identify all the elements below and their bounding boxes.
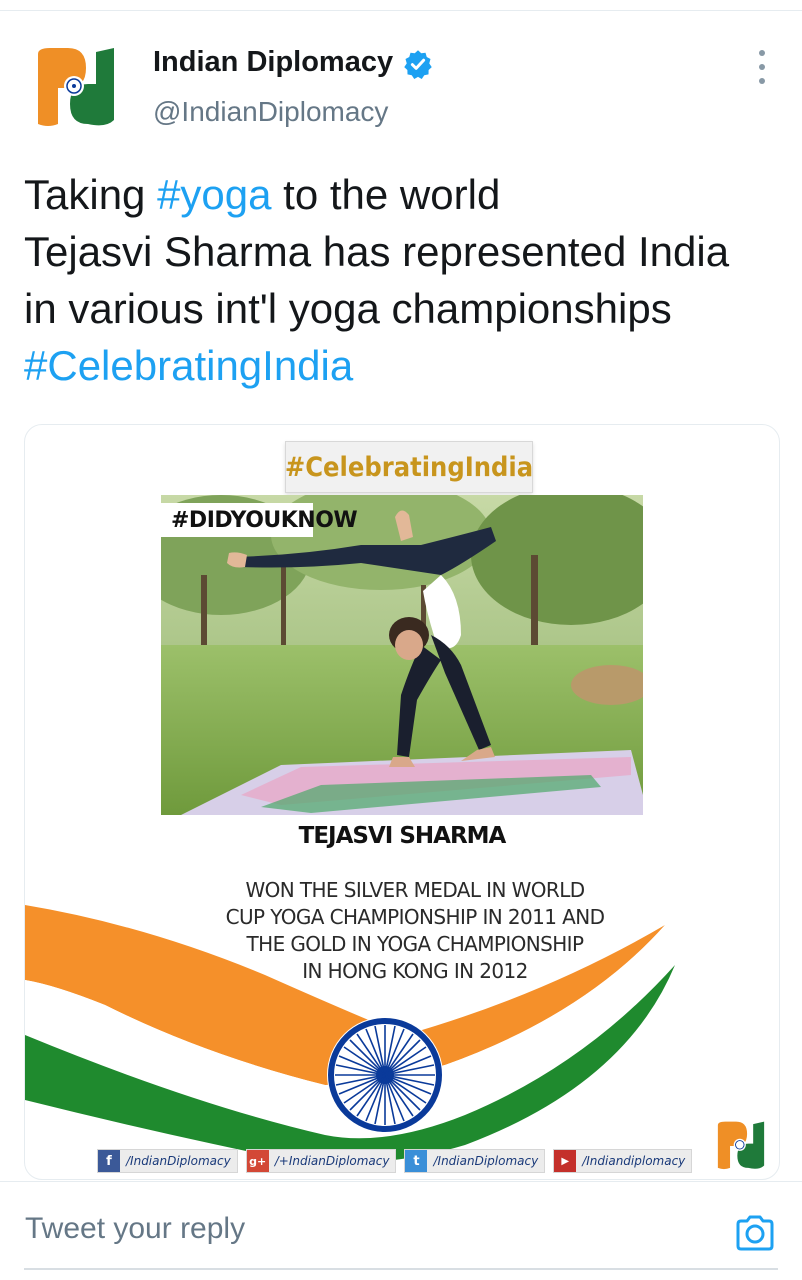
social-twitter: t /IndianDiplomacy [404,1149,546,1173]
social-label: /Indiandiplomacy [582,1154,686,1168]
dot-icon [759,78,765,84]
indian-diplomacy-avatar[interactable] [30,44,122,132]
tweet-line-2: Tejasvi Sharma has represented India [24,228,730,275]
social-label: /IndianDiplomacy [126,1154,231,1168]
twitter-icon: t [405,1150,428,1172]
verified-badge-icon [404,50,432,79]
fact-line: THE GOLD IN YOGA CHAMPIONSHIP [246,932,585,956]
fact-line: WON THE SILVER MEDAL IN WORLD [245,878,585,902]
divider [0,1181,802,1182]
did-you-know-label: #DIDYOUKNOW [161,503,358,537]
hashtag-yoga-link[interactable]: #yoga [157,171,271,218]
tweet-image[interactable]: #CelebratingIndia #DIDYOUKNOW TEJASVI SH… [24,424,780,1180]
reply-underline [24,1268,778,1270]
social-links-strip: f /IndianDiplomacy g+ /+IndianDiplomacy … [97,1149,693,1173]
person-name: TEJASVI SHARMA [298,823,507,849]
author-handle[interactable]: @IndianDiplomacy [153,96,388,128]
yoga-photo [161,495,643,815]
youtube-icon: ▶ [554,1150,577,1172]
reply-input[interactable]: Tweet your reply [25,1212,245,1246]
facebook-icon: f [98,1150,120,1172]
hashtag-celebratingindia-link[interactable]: #CelebratingIndia [24,337,784,394]
achievement-text: WON THE SILVER MEDAL IN WORLD CUP YOGA C… [225,877,605,985]
social-google-plus: g+ /+IndianDiplomacy [245,1149,397,1173]
dot-icon [759,64,765,70]
indian-diplomacy-logo [717,1121,765,1170]
fact-line: IN HONG KONG IN 2012 [302,959,528,983]
tweet-line-3: in various int'l yoga championships [24,285,672,332]
text-segment: to the world [271,171,501,218]
social-facebook: f /IndianDiplomacy [97,1149,238,1173]
fact-line: CUP YOGA CHAMPIONSHIP IN 2011 AND [225,905,605,929]
tweet-text: Taking #yoga to the world Tejasvi Sharma… [24,166,784,394]
google-plus-icon: g+ [246,1150,269,1172]
text-segment: Taking [24,171,158,218]
celebrating-india-banner: #CelebratingIndia [285,441,533,493]
camera-icon[interactable] [734,1214,776,1252]
author-name[interactable]: Indian Diplomacy [153,46,393,79]
social-label: /IndianDiplomacy [433,1154,539,1168]
top-divider [0,0,802,11]
tweet-line-1: Taking #yoga to the world [24,166,784,223]
social-label: /+IndianDiplomacy [274,1154,390,1168]
dot-icon [759,50,765,56]
more-options-icon[interactable] [752,50,772,84]
social-youtube: ▶ /Indiandiplomacy [553,1149,693,1173]
